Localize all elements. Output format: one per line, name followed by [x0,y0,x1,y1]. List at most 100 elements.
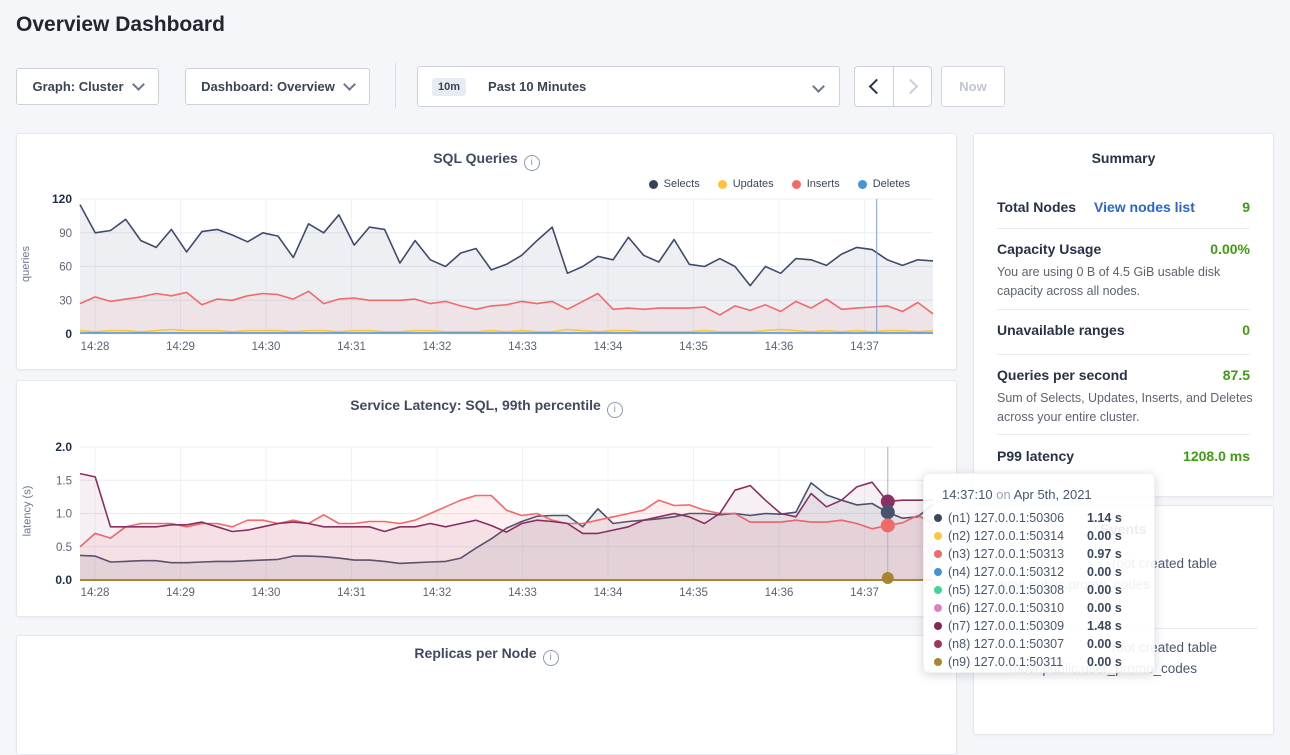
time-range-badge: 10m [432,78,466,96]
toolbar-divider [395,63,396,108]
time-nav-group [854,66,932,107]
y-axis-tick-label: 2.0 [55,440,72,454]
tooltip-node-address: (n3) 127.0.0.1:50313 [948,547,1064,561]
y-axis-tick-label: 0 [65,327,72,341]
hover-point-dot [882,572,894,584]
node-color-dot-icon [934,622,942,630]
x-axis-tick-label: 14:30 [252,341,281,353]
y-axis-tick-label: 1.0 [56,509,72,521]
node-color-dot-icon [934,514,942,522]
tooltip-row: (n4) 127.0.0.1:50312 0.00 s [924,563,1154,581]
node-color-dot-icon [934,586,942,594]
hover-point-dot [881,505,895,519]
tooltip-node-address: (n9) 127.0.0.1:50311 [948,655,1063,669]
tooltip-node-address: (n7) 127.0.0.1:50309 [948,619,1064,633]
node-color-dot-icon [934,604,942,612]
dashboard-selector-dropdown[interactable]: Dashboard: Overview [185,68,370,105]
time-range-label: Past 10 Minutes [488,79,586,94]
tooltip-node-address: (n8) 127.0.0.1:50307 [948,637,1064,651]
y-axis-tick-label: 30 [59,295,72,307]
tooltip-node-rows: (n1) 127.0.0.1:50306 1.14 s (n2) 127.0.0.1… [924,509,1154,671]
node-color-dot-icon [934,550,942,558]
unavailable-ranges-label: Unavailable ranges [997,322,1125,338]
x-axis-tick-label: 14:35 [679,341,708,353]
tooltip-node-address: (n6) 127.0.0.1:50310 [948,601,1064,615]
tooltip-row: (n9) 127.0.0.1:50311 0.00 s [924,653,1154,671]
node-color-dot-icon [934,658,942,666]
x-axis-tick-label: 14:33 [508,587,537,599]
x-axis-tick-label: 14:33 [508,341,537,353]
y-axis-tick-label: 90 [59,228,72,240]
total-nodes-label: Total Nodes [997,199,1076,215]
x-axis-tick-label: 14:37 [850,587,879,599]
x-axis-tick-label: 14:31 [337,587,366,599]
tooltip-node-address: (n5) 127.0.0.1:50308 [948,583,1064,597]
queries-per-second-value: 87.5 [1150,367,1250,383]
tooltip-row: (n1) 127.0.0.1:50306 1.14 s [924,509,1154,527]
queries-per-second-label: Queries per second [997,367,1128,383]
prev-time-button[interactable] [854,66,893,107]
graph-selector-label: Graph: Cluster [32,79,123,94]
capacity-usage-description: You are using 0 B of 4.5 GiB usable disk… [997,263,1255,301]
tooltip-node-value: 0.00 s [1087,601,1122,615]
tooltip-node-value: 0.00 s [1087,565,1122,579]
y-axis-tick-label: 60 [59,262,72,274]
hover-point-dot [881,518,895,532]
tooltip-node-address: (n2) 127.0.0.1:50314 [948,529,1064,543]
service-latency-chart[interactable]: 0.00.51.01.52.014:2814:2914:3014:3114:32… [17,381,956,616]
divider [997,309,1250,310]
x-axis-tick-label: 14:29 [166,341,195,353]
x-axis-tick-label: 14:28 [81,341,110,353]
time-range-dropdown[interactable]: 10m Past 10 Minutes [417,66,840,107]
tooltip-row: (n2) 127.0.0.1:50314 0.00 s [924,527,1154,545]
tooltip-row: (n3) 127.0.0.1:50313 0.97 s [924,545,1154,563]
node-color-dot-icon [934,532,942,540]
x-axis-tick-label: 14:36 [765,341,794,353]
node-color-dot-icon [934,640,942,648]
page-title: Overview Dashboard [16,13,225,37]
tooltip-node-value: 0.00 s [1087,637,1122,651]
tooltip-row: (n7) 127.0.0.1:50309 1.48 s [924,617,1154,635]
chevron-down-icon [812,80,825,93]
divider [997,354,1250,355]
capacity-usage-value: 0.00% [1150,241,1250,257]
sql-queries-chart[interactable]: 030609012014:2814:2914:3014:3114:3214:33… [17,134,956,369]
tooltip-node-value: 0.00 s [1087,583,1122,597]
x-axis-tick-label: 14:34 [594,587,623,599]
next-time-button[interactable] [893,66,932,107]
x-axis-tick-label: 14:32 [423,587,452,599]
graph-selector-dropdown[interactable]: Graph: Cluster [16,68,159,105]
chart-hover-tooltip: 14:37:10 on Apr 5th, 2021 (n1) 127.0.0.1… [923,473,1155,673]
x-axis-tick-label: 14:37 [850,341,879,353]
divider [997,434,1250,435]
tooltip-node-value: 0.97 s [1087,547,1122,561]
x-axis-tick-label: 14:31 [337,341,366,353]
tooltip-timestamp: 14:37:10 on Apr 5th, 2021 [924,487,1154,502]
tooltip-row: (n8) 127.0.0.1:50307 0.00 s [924,635,1154,653]
tooltip-row: (n6) 127.0.0.1:50310 0.00 s [924,599,1154,617]
tooltip-row: (n5) 127.0.0.1:50308 0.00 s [924,581,1154,599]
tooltip-date: Apr 5th, 2021 [1014,487,1092,502]
x-axis-tick-label: 14:34 [594,341,623,353]
y-axis-tick-label: 0.0 [55,573,72,587]
summary-heading: Summary [973,150,1274,166]
tooltip-node-value: 1.48 s [1087,619,1122,633]
x-axis-tick-label: 14:35 [679,587,708,599]
chevron-right-icon [903,79,919,95]
y-axis-tick-label: 0.5 [56,542,72,554]
tooltip-node-value: 1.14 s [1087,511,1122,525]
tooltip-time: 14:37:10 [942,487,993,502]
replicas-per-node-title: Replicas per Nodei [16,645,957,666]
info-icon[interactable]: i [543,650,559,666]
capacity-usage-label: Capacity Usage [997,241,1101,257]
tooltip-node-address: (n4) 127.0.0.1:50312 [948,565,1064,579]
tooltip-node-address: (n1) 127.0.0.1:50306 [948,511,1064,525]
tooltip-node-value: 0.00 s [1087,529,1122,543]
x-axis-tick-label: 14:29 [166,587,195,599]
p99-latency-value: 1208.0 ms [1150,448,1250,464]
chevron-down-icon [343,78,356,91]
x-axis-tick-label: 14:30 [252,587,281,599]
tooltip-node-value: 0.00 s [1087,655,1122,669]
p99-latency-label: P99 latency [997,448,1074,464]
now-button[interactable]: Now [941,66,1005,107]
